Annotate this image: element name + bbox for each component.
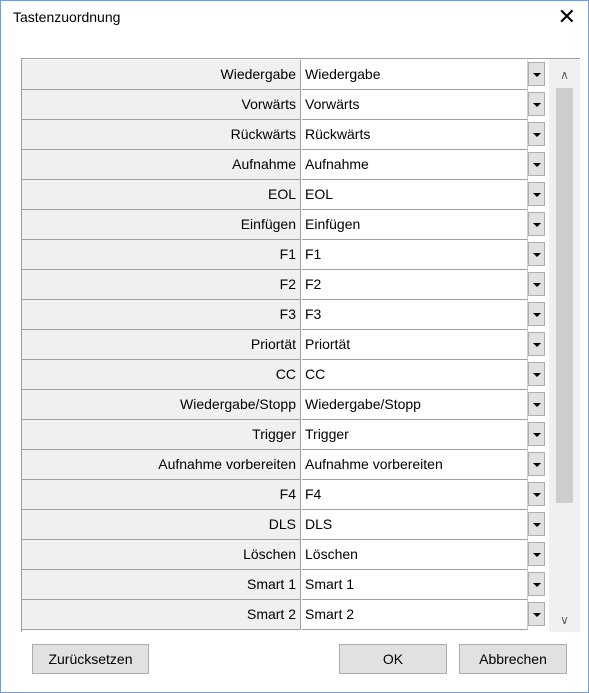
chevron-down-icon[interactable] (528, 512, 545, 536)
mapping-key-select[interactable]: F4 (302, 480, 528, 510)
chevron-down-icon[interactable] (528, 422, 545, 446)
mapping-key-select[interactable]: Vorwärts (302, 90, 528, 120)
mapping-row: EOL EOL (22, 180, 548, 210)
chevron-down-icon[interactable] (528, 602, 545, 626)
mapping-key-select[interactable]: Löschen (302, 540, 528, 570)
chevron-down-icon[interactable] (528, 302, 545, 326)
mapping-function-label: F3 (22, 300, 301, 330)
chevron-down-icon[interactable] (528, 92, 545, 116)
mapping-key-select[interactable]: EOL (302, 180, 528, 210)
mapping-key-select[interactable]: Priortät (302, 330, 528, 360)
mapping-row: CC CC (22, 360, 548, 390)
mapping-key-select[interactable]: Einfügen (302, 210, 528, 240)
vertical-scrollbar[interactable]: ∧ ∨ (549, 59, 580, 632)
mapping-function-label: F2 (22, 270, 301, 300)
chevron-down-icon[interactable] (528, 152, 545, 176)
chevron-down-icon[interactable] (528, 392, 545, 416)
mapping-row: Smart 2 Smart 2 (22, 600, 548, 630)
mapping-key-select[interactable]: F1 (302, 240, 528, 270)
chevron-down-icon[interactable] (528, 482, 545, 506)
mapping-row: Wiedergabe/Stopp Wiedergabe/Stopp (22, 390, 548, 420)
mapping-function-label: Einfügen (22, 210, 301, 240)
chevron-down-icon[interactable] (528, 242, 545, 266)
mapping-function-label: Wiedergabe (22, 60, 301, 90)
mapping-key-select[interactable]: F2 (302, 270, 528, 300)
chevron-down-icon[interactable] (528, 362, 545, 386)
mapping-key-select[interactable]: Smart 1 (302, 570, 528, 600)
mapping-row: Wiedergabe Wiedergabe (22, 60, 548, 90)
mapping-function-label: F4 (22, 480, 301, 510)
chevron-down-icon[interactable] (528, 542, 545, 566)
mapping-row: Aufnahme Aufnahme (22, 150, 548, 180)
mapping-row: F1 F1 (22, 240, 548, 270)
scroll-down-icon[interactable]: ∨ (549, 608, 580, 632)
chevron-down-icon[interactable] (528, 212, 545, 236)
mapping-function-label: Wiedergabe/Stopp (22, 390, 301, 420)
mapping-row: Aufnahme vorbereiten Aufnahme vorbereiten (22, 450, 548, 480)
mapping-function-label: Rückwärts (22, 120, 301, 150)
mapping-row: Smart 1 Smart 1 (22, 570, 548, 600)
mapping-grid: Wiedergabe Wiedergabe Vorwärts Vorwärts Rück… (21, 58, 580, 632)
mapping-function-label: Smart 2 (22, 600, 301, 630)
mapping-function-label: EOL (22, 180, 301, 210)
mapping-key-select[interactable]: Trigger (302, 420, 528, 450)
scroll-up-icon[interactable]: ∧ (549, 63, 580, 87)
mapping-function-label: Aufnahme vorbereiten (22, 450, 301, 480)
mapping-row: F3 F3 (22, 300, 548, 330)
mapping-row: Löschen Löschen (22, 540, 548, 570)
mapping-row: Vorwärts Vorwärts (22, 90, 548, 120)
ok-button[interactable]: OK (339, 644, 447, 674)
close-icon[interactable]: ✕ (558, 3, 576, 31)
mapping-function-label: Priortät (22, 330, 301, 360)
mapping-function-label: Aufnahme (22, 150, 301, 180)
mapping-key-select[interactable]: Wiedergabe (302, 60, 528, 90)
mapping-row: F2 F2 (22, 270, 548, 300)
mapping-key-select[interactable]: F3 (302, 300, 528, 330)
chevron-down-icon[interactable] (528, 182, 545, 206)
chevron-down-icon[interactable] (528, 122, 545, 146)
mapping-row: Trigger Trigger (22, 420, 548, 450)
mapping-key-select[interactable]: Aufnahme vorbereiten (302, 450, 528, 480)
mapping-key-select[interactable]: Wiedergabe/Stopp (302, 390, 528, 420)
mapping-row: DLS DLS (22, 510, 548, 540)
mapping-function-label: Vorwärts (22, 90, 301, 120)
mapping-key-select[interactable]: DLS (302, 510, 528, 540)
reset-button[interactable]: Zurücksetzen (32, 644, 149, 674)
chevron-down-icon[interactable] (528, 452, 545, 476)
mapping-key-select[interactable]: Rückwärts (302, 120, 528, 150)
dialog-title: Tastenzuordnung (13, 9, 121, 25)
chevron-down-icon[interactable] (528, 272, 545, 296)
mapping-key-select[interactable]: Smart 2 (302, 600, 528, 630)
mapping-function-label: F1 (22, 240, 301, 270)
mapping-key-select[interactable]: CC (302, 360, 528, 390)
mapping-row: Rückwärts Rückwärts (22, 120, 548, 150)
chevron-down-icon[interactable] (528, 572, 545, 596)
mapping-key-select[interactable]: Aufnahme (302, 150, 528, 180)
scrollbar-thumb[interactable] (556, 88, 573, 503)
mapping-function-label: Smart 1 (22, 570, 301, 600)
mapping-row: F4 F4 (22, 480, 548, 510)
mapping-function-label: Trigger (22, 420, 301, 450)
chevron-down-icon[interactable] (528, 332, 545, 356)
key-mapping-dialog: Tastenzuordnung ✕ Wiedergabe Wiedergabe Vo… (0, 0, 589, 693)
mapping-function-label: Löschen (22, 540, 301, 570)
cancel-button[interactable]: Abbrechen (459, 644, 567, 674)
mapping-row: Priortät Priortät (22, 330, 548, 360)
mapping-function-label: CC (22, 360, 301, 390)
mapping-function-label: DLS (22, 510, 301, 540)
chevron-down-icon[interactable] (528, 62, 545, 86)
mapping-row: Einfügen Einfügen (22, 210, 548, 240)
title-bar: Tastenzuordnung ✕ (1, 1, 588, 33)
